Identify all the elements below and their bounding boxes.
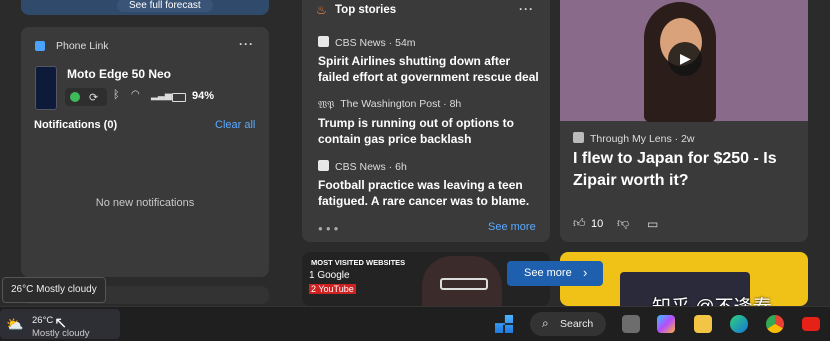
- clear-all-link[interactable]: Clear all: [215, 119, 255, 131]
- search-label: Search: [560, 318, 594, 330]
- through-my-lens-logo-icon: [573, 132, 584, 143]
- top-stories-menu-button[interactable]: ···: [519, 2, 534, 16]
- see-more-button[interactable]: See more ›: [507, 261, 603, 286]
- banner-item: 1 Google: [309, 270, 350, 281]
- dislike-icon[interactable]: 👎︎: [617, 216, 629, 231]
- story-title: Trump is running out of options to conta…: [318, 116, 514, 146]
- video-source: Through My Lens: [590, 133, 672, 145]
- weather-temp: 26°C: [32, 315, 54, 326]
- story-item[interactable]: CBS News · 54m Spirit Airlines shutting …: [318, 36, 540, 85]
- edge-icon[interactable]: [730, 315, 748, 333]
- forecast-card: See full forecast: [21, 0, 269, 15]
- see-full-forecast-link[interactable]: See full forecast: [117, 0, 213, 12]
- comment-icon[interactable]: ▭: [647, 217, 658, 231]
- pager-dots[interactable]: ●●●: [318, 224, 342, 233]
- youtube-icon[interactable]: [802, 317, 820, 331]
- weather-tooltip-text: 26°C Mostly cloudy: [11, 284, 97, 295]
- start-button[interactable]: [495, 315, 513, 333]
- video-source-line: Through My Lens · 2w: [573, 132, 695, 145]
- battery-level: 94%: [192, 90, 215, 102]
- play-icon: ▶: [680, 50, 691, 66]
- see-more-link[interactable]: See more: [488, 221, 536, 233]
- copilot-icon[interactable]: [657, 315, 675, 333]
- phone-link-card: Phone Link ··· Moto Edge 50 Neo ⟳ ᛒ ◠ ▂▃…: [21, 27, 269, 277]
- play-button[interactable]: ▶: [668, 42, 702, 76]
- device-actions: ⟳: [65, 88, 107, 106]
- phone-link-title: Phone Link: [56, 40, 109, 52]
- cbs-logo-icon: [318, 160, 329, 171]
- story-age: 8h: [449, 98, 462, 110]
- story-title: Spirit Airlines shutting down after fail…: [318, 54, 539, 84]
- story-source: CBS News: [335, 37, 386, 49]
- flame-icon: ♨: [316, 3, 327, 17]
- signal-icon: ▂▃▅: [151, 90, 172, 100]
- chrome-icon[interactable]: [766, 315, 784, 333]
- sync-icon[interactable]: ⟳: [89, 91, 98, 104]
- phone-link-icon: [35, 41, 45, 51]
- phone-link-menu-button[interactable]: ···: [239, 37, 254, 51]
- banner-heading: MOST VISITED WEBSITES: [309, 257, 408, 268]
- file-explorer-icon[interactable]: [694, 315, 712, 333]
- search-button[interactable]: ⌕ Search: [530, 312, 606, 336]
- story-age: 54m: [395, 37, 416, 49]
- video-thumbnail[interactable]: ▶: [560, 0, 808, 122]
- story-item[interactable]: CBS News · 6h Football practice was leav…: [318, 160, 540, 209]
- phone-image: [35, 66, 57, 110]
- story-source: The Washington Post: [340, 98, 441, 110]
- story-title: Football practice was leaving a teen fat…: [318, 178, 530, 208]
- like-count: 10: [591, 218, 604, 230]
- connected-icon[interactable]: [70, 92, 80, 102]
- washington-post-logo-icon: 𝔚𝔓: [318, 100, 335, 111]
- wifi-icon: ◠: [131, 89, 140, 100]
- mouse-cursor-icon: ↖: [54, 315, 68, 332]
- video-age: 2w: [681, 133, 695, 145]
- story-source: CBS News: [335, 161, 386, 173]
- like-icon[interactable]: 👍︎: [573, 216, 586, 231]
- story-item[interactable]: 𝔚𝔓 The Washington Post · 8h Trump is runn…: [318, 98, 540, 147]
- search-icon: ⌕: [542, 316, 549, 330]
- cloudy-sun-icon: ⛅: [6, 316, 24, 332]
- top-stories-title: Top stories: [335, 4, 397, 16]
- banner-glasses: [440, 278, 488, 290]
- cbs-logo-icon: [318, 36, 329, 47]
- see-more-button-label: See more: [524, 267, 572, 279]
- windows-logo-icon: [495, 315, 513, 333]
- weather-tooltip: 26°C Mostly cloudy: [2, 277, 106, 303]
- banner-item: 2 YouTube: [309, 284, 356, 294]
- video-title: I flew to Japan for $250 - Is Zipair wor…: [573, 150, 777, 189]
- video-card[interactable]: ▶ Through My Lens · 2w I flew to Japan f…: [560, 0, 808, 242]
- bluetooth-icon: ᛒ: [113, 89, 120, 101]
- story-age: 6h: [395, 161, 407, 173]
- battery-icon: [172, 93, 186, 102]
- taskbar: ⛅ 26°C Mostly cloudy ↖ ⌕ Search: [0, 306, 830, 341]
- task-view-icon[interactable]: [622, 315, 640, 333]
- device-name: Moto Edge 50 Neo: [67, 67, 172, 81]
- notifications-label: Notifications (0): [34, 119, 118, 131]
- top-stories-card: ♨ Top stories ··· CBS News · 54m Spirit …: [302, 0, 550, 242]
- no-notifications-text: No new notifications: [95, 197, 195, 209]
- chevron-right-icon: ›: [583, 265, 588, 280]
